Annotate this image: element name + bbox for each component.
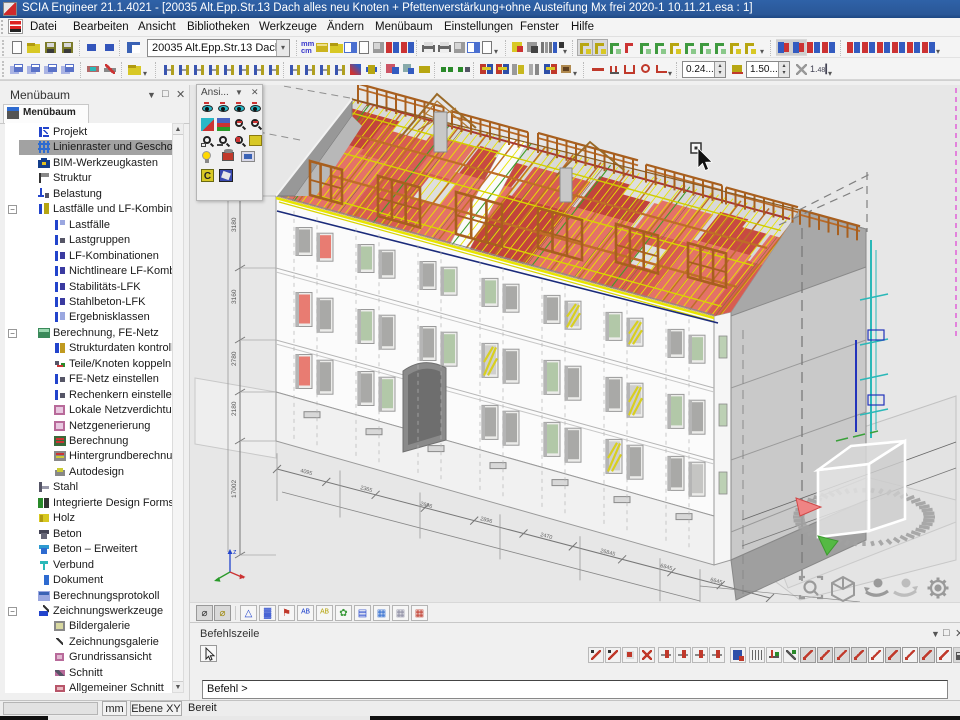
svg-text:z: z: [233, 549, 237, 556]
svg-text:3180: 3180: [231, 217, 238, 232]
svg-text:2180: 2180: [231, 401, 238, 416]
svg-text:2780: 2780: [231, 351, 238, 366]
svg-text:3160: 3160: [231, 289, 238, 304]
svg-text:17002: 17002: [231, 480, 238, 498]
